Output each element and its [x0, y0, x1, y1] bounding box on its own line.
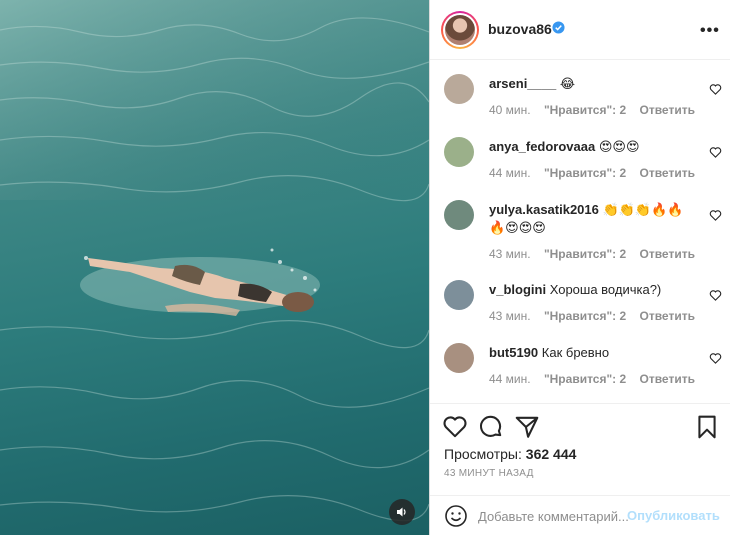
comment-item: v_blogini Хороша водичка?) 43 мин. "Нрав…	[430, 267, 730, 330]
heart-icon[interactable]	[709, 209, 722, 222]
commenter-avatar[interactable]	[444, 343, 474, 373]
comment-time: 44 мин.	[489, 166, 531, 180]
commenter-username[interactable]: but5190	[489, 345, 538, 360]
author-avatar[interactable]	[441, 11, 479, 49]
heart-icon[interactable]	[442, 414, 468, 440]
post-side-panel: buzova86 ••• arseni____ 😂 40 мин. "Нрави…	[430, 0, 730, 535]
commenter-username[interactable]: v_blogini	[489, 282, 546, 297]
comment-text-block: arseni____ 😂	[489, 75, 699, 93]
commenter-username[interactable]: yulya.kasatik2016	[489, 202, 599, 217]
heart-icon[interactable]	[709, 146, 722, 159]
comment-body: 😂	[559, 76, 576, 91]
speaker-icon	[397, 507, 406, 517]
comments-list[interactable]: arseni____ 😂 40 мин. "Нравится": 2 Ответ…	[430, 61, 730, 403]
bookmark-icon[interactable]	[694, 414, 720, 440]
comment-meta: 43 мин. "Нравится": 2 Ответить	[489, 247, 705, 261]
comment-meta: 40 мин. "Нравится": 2 Ответить	[489, 103, 705, 117]
comment-meta: 44 мин. "Нравится": 2 Ответить	[489, 166, 705, 180]
heart-icon[interactable]	[709, 83, 722, 96]
comment-text-block: but5190 Как бревно	[489, 344, 699, 362]
comment-likes-link[interactable]: "Нравится": 2	[544, 247, 626, 261]
comment-body: 😍😍😍	[598, 139, 640, 154]
swimmer-figure	[80, 257, 320, 316]
sound-toggle-button[interactable]	[389, 499, 415, 525]
commenter-avatar[interactable]	[444, 280, 474, 310]
heart-icon[interactable]	[709, 289, 722, 302]
comment-reply-button[interactable]: Ответить	[640, 247, 695, 261]
post-actions: Просмотры: 362 444 43 МИНУТ НАЗАД	[430, 403, 730, 497]
add-comment-bar: Опубликовать	[430, 495, 730, 535]
comment-reply-button[interactable]: Ответить	[640, 309, 695, 323]
comment-item: arseni____ 😂 40 мин. "Нравится": 2 Ответ…	[430, 61, 730, 124]
commenter-username[interactable]: anya_fedorovaaa	[489, 139, 595, 154]
emoji-icon[interactable]	[444, 504, 468, 528]
verified-icon	[552, 21, 565, 34]
comment-text-block: v_blogini Хороша водичка?)	[489, 281, 699, 299]
comment-time: 44 мин.	[489, 372, 531, 386]
comment-time: 43 мин.	[489, 309, 531, 323]
views-count[interactable]: Просмотры: 362 444	[444, 446, 576, 462]
commenter-avatar[interactable]	[444, 137, 474, 167]
comment-item: but5190 Как бревно 44 мин. "Нравится": 2…	[430, 330, 730, 393]
comment-reply-button[interactable]: Ответить	[640, 166, 695, 180]
commenter-username[interactable]: arseni____	[489, 76, 556, 91]
views-number: 362 444	[525, 446, 577, 462]
comment-body: Хороша водичка?)	[549, 282, 662, 297]
views-label: Просмотры:	[444, 446, 522, 462]
comment-likes-link[interactable]: "Нравится": 2	[544, 309, 626, 323]
comment-likes-link[interactable]: "Нравится": 2	[544, 103, 626, 117]
commenter-avatar[interactable]	[444, 74, 474, 104]
post-header: buzova86 •••	[430, 0, 730, 60]
author-username[interactable]: buzova86	[488, 21, 552, 37]
comment-meta: 43 мин. "Нравится": 2 Ответить	[489, 309, 705, 323]
comment-text-block: anya_fedorovaaa 😍😍😍	[489, 138, 699, 156]
comment-icon[interactable]	[478, 414, 504, 440]
comment-reply-button[interactable]: Ответить	[640, 372, 695, 386]
share-icon[interactable]	[514, 414, 540, 440]
comment-meta: 44 мин. "Нравится": 2 Ответить	[489, 372, 705, 386]
comment-reply-button[interactable]: Ответить	[640, 103, 695, 117]
comment-text-block: yulya.kasatik2016 👏👏👏🔥🔥🔥😍😍😍	[489, 201, 699, 237]
comment-likes-link[interactable]: "Нравится": 2	[544, 372, 626, 386]
comment-item: yulya.kasatik2016 👏👏👏🔥🔥🔥😍😍😍 43 мин. "Нра…	[430, 187, 730, 267]
commenter-avatar[interactable]	[444, 200, 474, 230]
post-timestamp[interactable]: 43 МИНУТ НАЗАД	[444, 468, 534, 479]
post-media-video[interactable]	[0, 0, 429, 535]
more-options-button[interactable]: •••	[700, 22, 720, 40]
publish-button[interactable]: Опубликовать	[627, 508, 720, 523]
comment-body: Как бревно	[541, 345, 610, 360]
comment-time: 43 мин.	[489, 247, 531, 261]
comment-item: anya_fedorovaaa 😍😍😍 44 мин. "Нравится": …	[430, 124, 730, 187]
water-video-frame	[0, 0, 429, 522]
comment-time: 40 мин.	[489, 103, 531, 117]
comment-likes-link[interactable]: "Нравится": 2	[544, 166, 626, 180]
heart-icon[interactable]	[709, 352, 722, 365]
